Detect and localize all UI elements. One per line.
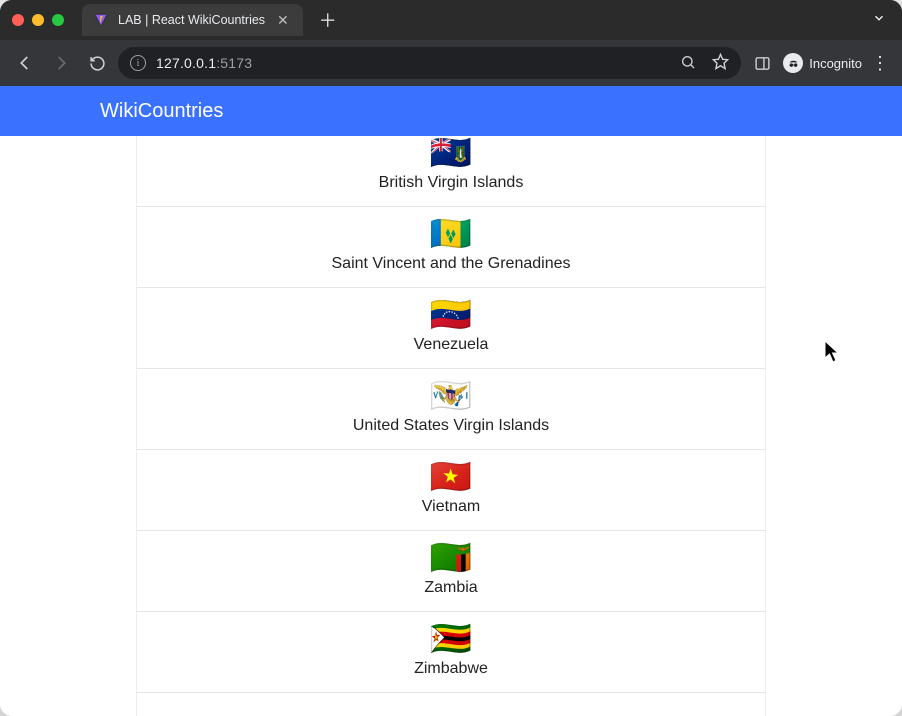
menu-button[interactable]: ⋮: [868, 53, 892, 74]
country-item[interactable]: 🇿🇲 Zambia: [137, 531, 765, 612]
country-item[interactable]: 🇻🇨 Saint Vincent and the Grenadines: [137, 207, 765, 288]
country-list[interactable]: 🇻🇬 British Virgin Islands 🇻🇨 Saint Vincent …: [136, 136, 766, 716]
browser-tab[interactable]: LAB | React WikiCountries ✕: [82, 4, 303, 36]
new-tab-button[interactable]: ＋: [317, 9, 339, 31]
back-button[interactable]: [10, 48, 40, 78]
star-icon[interactable]: [712, 53, 729, 73]
url-host: 127.0.0.1: [156, 55, 216, 71]
app-header: WikiCountries: [0, 86, 902, 136]
url-port: :5173: [216, 55, 252, 71]
flag-icon: 🇻🇮: [153, 379, 749, 413]
info-icon[interactable]: i: [130, 55, 146, 71]
country-name: United States Virgin Islands: [153, 417, 749, 435]
country-item[interactable]: 🇿🇼 Zimbabwe: [137, 612, 765, 693]
vite-icon: [94, 13, 108, 27]
flag-icon: 🇻🇪: [153, 298, 749, 332]
content: 🇻🇬 British Virgin Islands 🇻🇨 Saint Vincent …: [0, 136, 902, 716]
close-tab-icon[interactable]: ✕: [275, 12, 291, 29]
url-text: 127.0.0.1:5173: [156, 55, 670, 71]
page-viewport: WikiCountries 🇻🇬 British Virgin Islands 🇻🇨…: [0, 86, 902, 716]
window-minimize-button[interactable]: [32, 14, 44, 26]
flag-icon: 🇻🇬: [153, 136, 749, 170]
browser-window: LAB | React WikiCountries ✕ ＋ i 127.0.0: [0, 0, 902, 716]
country-name: British Virgin Islands: [153, 174, 749, 192]
country-item[interactable]: 🇻🇪 Venezuela: [137, 288, 765, 369]
toolbar: i 127.0.0.1:5173: [0, 40, 902, 86]
panel-icon[interactable]: [747, 48, 777, 78]
incognito-icon: [783, 53, 803, 73]
flag-icon: 🇿🇼: [153, 622, 749, 656]
app-title: WikiCountries: [100, 100, 223, 123]
flag-icon: 🇻🇳: [153, 460, 749, 494]
incognito-label: Incognito: [809, 56, 862, 71]
browser-chrome: LAB | React WikiCountries ✕ ＋ i 127.0.0: [0, 0, 902, 86]
country-name: Venezuela: [153, 336, 749, 354]
titlebar: LAB | React WikiCountries ✕ ＋: [0, 0, 902, 40]
country-name: Zimbabwe: [153, 660, 749, 678]
search-icon[interactable]: [680, 54, 696, 73]
forward-button[interactable]: [46, 48, 76, 78]
country-item[interactable]: 🇻🇬 British Virgin Islands: [137, 136, 765, 207]
tab-title: LAB | React WikiCountries: [118, 13, 265, 27]
window-maximize-button[interactable]: [52, 14, 64, 26]
country-name: Saint Vincent and the Grenadines: [153, 255, 749, 273]
chevron-down-icon[interactable]: [872, 11, 886, 30]
flag-icon: 🇿🇲: [153, 541, 749, 575]
incognito-badge[interactable]: Incognito: [783, 53, 862, 73]
traffic-lights: [12, 14, 64, 26]
flag-icon: 🇻🇨: [153, 217, 749, 251]
country-item[interactable]: 🇻🇮 United States Virgin Islands: [137, 369, 765, 450]
country-item[interactable]: 🇻🇳 Vietnam: [137, 450, 765, 531]
reload-button[interactable]: [82, 48, 112, 78]
country-name: Vietnam: [153, 498, 749, 516]
country-name: Zambia: [153, 579, 749, 597]
window-close-button[interactable]: [12, 14, 24, 26]
address-bar[interactable]: i 127.0.0.1:5173: [118, 47, 741, 79]
